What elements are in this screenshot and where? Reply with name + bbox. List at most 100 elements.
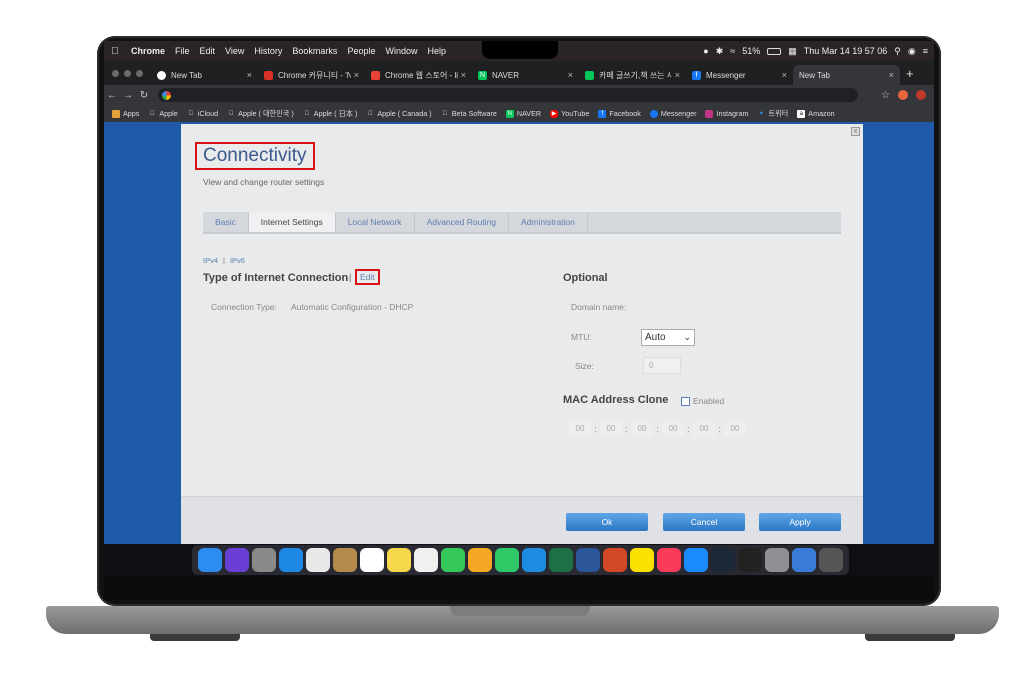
wifi-icon[interactable]: ≈ xyxy=(730,46,735,56)
browser-tab-5[interactable]: 카페 글쓰기,책 쓰는 사람...× xyxy=(579,65,686,85)
close-window-button[interactable] xyxy=(112,69,119,77)
menu-file[interactable]: File xyxy=(170,46,195,56)
size-input[interactable]: 0 xyxy=(643,357,681,374)
contacts-icon[interactable] xyxy=(333,548,357,572)
siri-icon[interactable]: ◉ xyxy=(908,46,916,57)
clock[interactable]: Thu Mar 14 19 57 06 xyxy=(804,46,888,56)
notification-icon[interactable]: ≡ xyxy=(923,46,928,56)
word-icon[interactable] xyxy=(576,548,600,572)
spotlight-icon[interactable]: ⚲ xyxy=(894,46,901,57)
bookmark-beta[interactable]: Beta Software xyxy=(441,109,496,118)
ok-button[interactable]: Ok xyxy=(566,513,648,531)
new-tab-button[interactable]: + xyxy=(906,66,914,81)
browser-tab-active[interactable]: New Tab × xyxy=(793,65,900,85)
back-arrow-icon[interactable]: ← xyxy=(104,90,120,101)
address-bar[interactable] xyxy=(158,88,858,102)
menu-window[interactable]: Window xyxy=(380,46,422,56)
pages-icon[interactable] xyxy=(468,548,492,572)
apply-button[interactable]: Apply xyxy=(759,513,841,531)
battery-icon[interactable] xyxy=(767,47,782,55)
browser-tab-2[interactable]: Chrome 커뮤니티 - 'N...× xyxy=(258,65,365,85)
menu-history[interactable]: History xyxy=(249,46,287,56)
vectorworks-icon[interactable] xyxy=(738,548,762,572)
edit-link[interactable]: Edit xyxy=(355,269,380,285)
preview-icon[interactable] xyxy=(792,548,816,572)
mac-octet-input[interactable]: 00 xyxy=(724,422,746,436)
browser-tab-1[interactable]: New Tab × xyxy=(151,65,258,85)
bookmark-naver[interactable]: N NAVER xyxy=(505,109,541,118)
chrome-icon[interactable] xyxy=(306,548,330,572)
tab-internet-settings[interactable]: Internet Settings xyxy=(248,212,336,232)
menu-view[interactable]: View xyxy=(220,46,249,56)
excel-icon[interactable] xyxy=(549,548,573,572)
bookmark-facebook[interactable]: f Facebook xyxy=(598,109,641,118)
trash-icon[interactable] xyxy=(819,548,843,572)
bookmark-apple-kr[interactable]: Apple ( 대한민국 ) xyxy=(227,109,294,119)
bookmark-apple-ca[interactable]: Apple ( Canada ) xyxy=(366,109,432,118)
messages-icon[interactable] xyxy=(441,548,465,572)
bookmark-apple[interactable]: Apple xyxy=(148,109,178,118)
close-tab-icon[interactable]: × xyxy=(247,70,252,80)
close-tab-icon[interactable]: × xyxy=(354,70,359,80)
browser-tab-4[interactable]: N NAVER × xyxy=(472,65,579,85)
cancel-button[interactable]: Cancel xyxy=(663,513,745,531)
mac-octet-input[interactable]: 00 xyxy=(662,422,684,436)
menu-edit[interactable]: Edit xyxy=(195,46,221,56)
finder-icon[interactable] xyxy=(198,548,222,572)
close-tab-icon[interactable]: × xyxy=(568,70,573,80)
steam-icon[interactable] xyxy=(711,548,735,572)
close-icon[interactable]: x xyxy=(851,127,860,136)
menu-people[interactable]: People xyxy=(342,46,380,56)
calendar-icon[interactable] xyxy=(360,548,384,572)
apple-icon[interactable]:  xyxy=(104,46,126,57)
tab-local-network[interactable]: Local Network xyxy=(336,212,415,232)
menu-bookmarks[interactable]: Bookmarks xyxy=(287,46,342,56)
tab-basic[interactable]: Basic xyxy=(203,212,249,232)
mac-octet-input[interactable]: 00 xyxy=(631,422,653,436)
bookmark-apple-jp[interactable]: Apple ( 日本 ) xyxy=(303,109,358,119)
zoom-window-button[interactable] xyxy=(136,69,143,77)
browser-tab-6[interactable]: f Messenger × xyxy=(686,65,793,85)
mtu-select[interactable]: Auto ⌄ xyxy=(641,329,695,346)
tab-advanced-routing[interactable]: Advanced Routing xyxy=(415,212,510,232)
minimize-window-button[interactable] xyxy=(124,69,131,77)
powerpoint-icon[interactable] xyxy=(603,548,627,572)
bookmark-amazon[interactable]: a Amazon xyxy=(797,109,835,118)
notes-icon[interactable] xyxy=(387,548,411,572)
bluetooth-icon[interactable]: ✱ xyxy=(716,46,724,57)
system-preferences-icon[interactable] xyxy=(765,548,789,572)
chat-icon[interactable]: ● xyxy=(703,46,708,56)
close-tab-icon[interactable]: × xyxy=(675,70,680,80)
close-tab-icon[interactable]: × xyxy=(889,70,894,80)
menu-help[interactable]: Help xyxy=(422,46,451,56)
close-tab-icon[interactable]: × xyxy=(782,70,787,80)
keynote-icon[interactable] xyxy=(522,548,546,572)
mac-octet-input[interactable]: 00 xyxy=(693,422,715,436)
bookmark-youtube[interactable]: ▶ YouTube xyxy=(550,109,589,118)
numbers-icon[interactable] xyxy=(495,548,519,572)
bookmark-star-icon[interactable]: ☆ xyxy=(881,90,890,101)
forward-arrow-icon[interactable]: → xyxy=(120,90,136,101)
mac-clone-enabled-checkbox[interactable] xyxy=(681,397,690,406)
browser-tab-3[interactable]: Chrome 웹 스토어 - li... × xyxy=(365,65,472,85)
bookmark-apps[interactable]: Apps xyxy=(112,109,139,118)
mac-octet-input[interactable]: 00 xyxy=(600,422,622,436)
ipv4-link[interactable]: IPv4 xyxy=(203,256,218,265)
close-tab-icon[interactable]: × xyxy=(461,70,466,80)
safari-icon[interactable] xyxy=(279,548,303,572)
bookmark-icloud[interactable]: iCloud xyxy=(187,109,219,118)
launchpad-icon[interactable] xyxy=(252,548,276,572)
ipv6-link[interactable]: IPv6 xyxy=(230,256,245,265)
control-center-icon[interactable]: ▦ xyxy=(788,46,797,57)
kakaotalk-icon[interactable] xyxy=(630,548,654,572)
mac-octet-input[interactable]: 00 xyxy=(569,422,591,436)
photos-icon[interactable] xyxy=(414,548,438,572)
extension-icon[interactable] xyxy=(898,90,908,100)
app-store-icon[interactable] xyxy=(684,548,708,572)
menu-chrome[interactable]: Chrome xyxy=(126,46,170,56)
bookmark-instagram[interactable]: Instagram xyxy=(705,109,748,118)
music-icon[interactable] xyxy=(657,548,681,572)
tab-administration[interactable]: Administration xyxy=(509,212,588,232)
bookmark-messenger[interactable]: Messenger xyxy=(649,109,696,118)
bookmark-twitter[interactable]: ✦ 트위터 xyxy=(757,109,788,119)
